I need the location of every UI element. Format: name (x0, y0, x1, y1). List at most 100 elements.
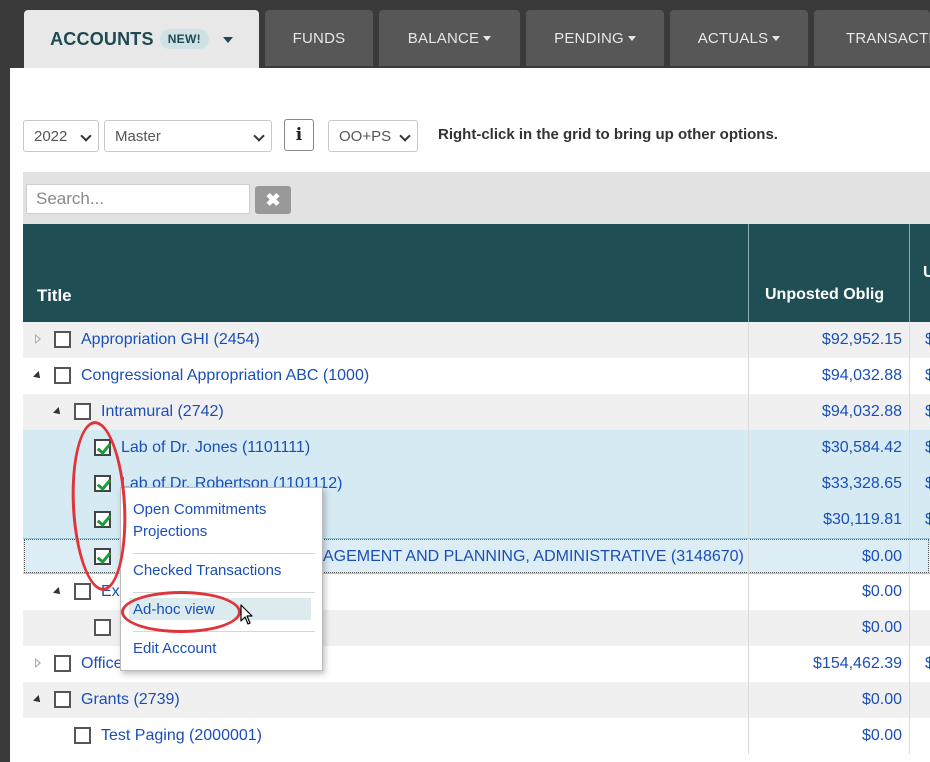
cell-divider (748, 502, 749, 538)
tab-actuals[interactable]: ACTUALS (670, 10, 808, 66)
cell-divider (748, 682, 749, 718)
cell-divider (748, 430, 749, 466)
table-row[interactable]: Intramural (2742) $94,032.88 $ (23, 394, 930, 430)
row-checkbox[interactable] (54, 691, 71, 708)
row-amount: $0.00 (861, 619, 902, 636)
row-checkbox[interactable] (74, 727, 91, 744)
row-title[interactable]: Grants (2739) (81, 691, 180, 709)
row-amount: $0.00 (861, 727, 902, 744)
row-amount-next: $ (925, 655, 930, 672)
menu-item-checked-transactions[interactable]: Checked Transactions (133, 562, 281, 579)
tab-funds[interactable]: FUNDS (265, 10, 373, 66)
table-row[interactable]: Lab of Dr. Jones (1101111) $30,584.42 $ (23, 430, 930, 466)
row-checkbox[interactable] (54, 655, 71, 672)
row-amount: $30,119.81 (823, 511, 902, 528)
table-row[interactable]: Test Paging (2000001) $0.00 (23, 718, 930, 754)
caret-down-icon (483, 36, 492, 41)
row-amount-next: $ (925, 331, 930, 348)
collapse-icon[interactable] (53, 587, 63, 597)
cell-divider (909, 610, 910, 646)
tab-pending[interactable]: PENDING (526, 10, 664, 66)
search-input[interactable]: Search... (26, 184, 250, 214)
info-button[interactable]: i (284, 119, 314, 151)
row-title[interactable]: Lab of Dr. Jones (1101111) (121, 439, 310, 457)
menu-divider (133, 553, 315, 554)
row-title[interactable]: Congressional Appropriation ABC (1000) (81, 367, 369, 385)
caret-down-icon (222, 36, 233, 43)
expand-icon[interactable] (35, 334, 41, 344)
collapse-icon[interactable] (33, 695, 43, 705)
clear-search-button[interactable]: ✖ (255, 186, 291, 214)
search-bar: Search... ✖ (23, 172, 930, 224)
row-amount: $0.00 (861, 548, 902, 565)
column-divider[interactable] (909, 224, 910, 322)
tab-balance-label: BALANCE (407, 29, 480, 47)
cell-divider (909, 574, 910, 610)
table-row[interactable]: Grants (2739) $0.00 (23, 682, 930, 718)
row-checkbox[interactable] (54, 331, 71, 348)
column-header-unposted-oblig[interactable]: Unposted Oblig (765, 286, 884, 304)
cell-divider (909, 502, 910, 538)
cell-divider (909, 718, 910, 754)
version-select[interactable]: Master (104, 120, 272, 152)
row-amount: $92,952.15 (821, 331, 902, 348)
row-checkbox[interactable] (74, 583, 91, 600)
row-amount: $154,462.39 (813, 655, 902, 672)
column-header-next[interactable]: U (923, 264, 930, 282)
tab-balance[interactable]: BALANCE (379, 10, 520, 66)
table-row[interactable]: Congressional Appropriation ABC (1000) $… (23, 358, 930, 394)
row-checkbox[interactable] (94, 619, 111, 636)
context-menu: Open Commitments Projections Checked Tra… (120, 487, 323, 671)
menu-item-edit-account[interactable]: Edit Account (133, 640, 216, 657)
column-header-title[interactable]: Title (37, 286, 72, 306)
row-amount-next: $ (925, 403, 930, 420)
menu-item-open-commitments[interactable]: Open Commitments (133, 501, 266, 518)
filter-select-value: OO+PS (339, 127, 392, 145)
new-badge: NEW! (159, 29, 209, 49)
caret-down-icon (627, 36, 636, 41)
row-title[interactable]: Appropriation GHI (2454) (81, 331, 260, 349)
table-row[interactable]: Appropriation GHI (2454) $92,952.15 $ (23, 322, 930, 358)
row-checkbox[interactable] (74, 403, 91, 420)
cell-divider (748, 574, 749, 610)
expand-icon[interactable] (35, 658, 41, 668)
cell-divider (748, 610, 749, 646)
cell-divider (748, 394, 749, 430)
chevron-down-icon (80, 130, 92, 142)
tab-funds-label: FUNDS (292, 29, 346, 47)
tab-pending-label: PENDING (554, 29, 624, 47)
tab-accounts[interactable]: ACCOUNTS NEW! (24, 10, 259, 68)
column-divider[interactable] (748, 224, 749, 322)
annotation-circle-ad-hoc-view (121, 591, 241, 633)
grid-hint: Right-click in the grid to bring up othe… (438, 126, 778, 143)
row-title[interactable]: Intramural (2742) (101, 403, 224, 421)
row-amount: $94,032.88 (821, 403, 902, 420)
cell-divider (748, 466, 749, 502)
row-title[interactable]: Office (81, 655, 123, 673)
row-title[interactable]: Test Paging (2000001) (101, 727, 262, 745)
row-amount-next: $ (925, 475, 930, 492)
row-checkbox[interactable] (54, 367, 71, 384)
cell-divider (909, 358, 910, 394)
row-amount: $0.00 (861, 583, 902, 600)
tab-actuals-label: ACTUALS (697, 29, 769, 47)
collapse-icon[interactable] (33, 371, 43, 381)
mouse-cursor-icon (240, 604, 253, 625)
caret-down-icon (772, 36, 781, 41)
chevron-down-icon (399, 130, 411, 142)
cell-divider (909, 646, 910, 682)
grid-header: Title Unposted Oblig U (23, 224, 930, 322)
cell-divider (748, 358, 749, 394)
cell-divider (748, 539, 749, 575)
cell-divider (748, 646, 749, 682)
tab-transactions[interactable]: TRANSACTIONS (814, 10, 930, 66)
filter-select[interactable]: OO+PS (328, 120, 418, 152)
menu-item-projections[interactable]: Projections (133, 523, 207, 540)
cell-divider (748, 718, 749, 754)
year-select[interactable]: 2022 (23, 120, 99, 152)
year-select-value: 2022 (34, 127, 68, 145)
collapse-icon[interactable] (53, 407, 63, 417)
close-icon: ✖ (265, 189, 281, 210)
row-amount-next: $ (925, 367, 930, 384)
row-title[interactable]: AGEMENT AND PLANNING, ADMINISTRATIVE (31… (323, 548, 744, 566)
